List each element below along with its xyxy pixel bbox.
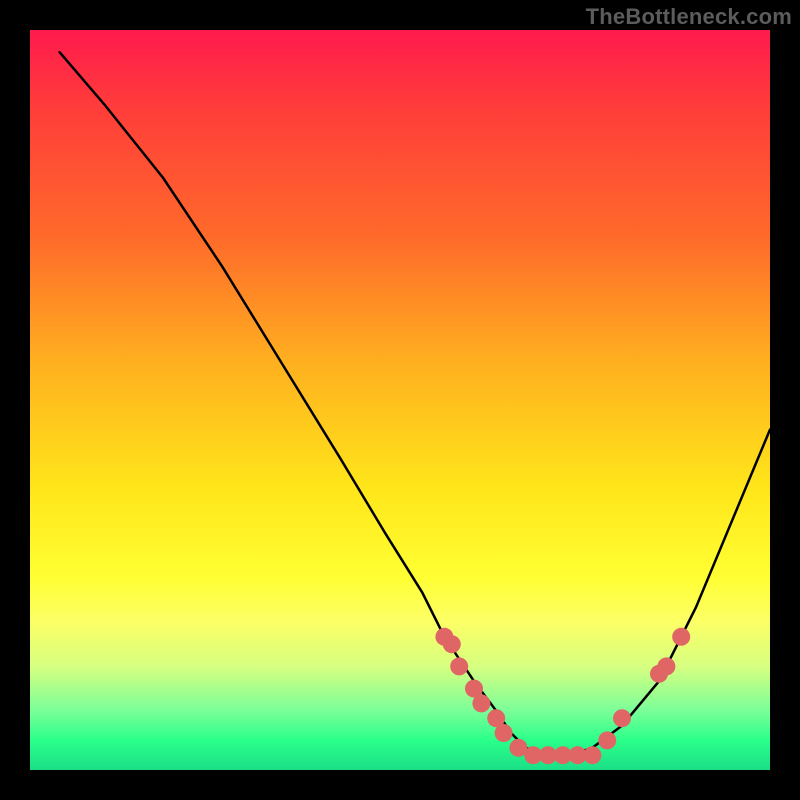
data-marker [583, 746, 601, 764]
chart-svg [30, 30, 770, 770]
data-marker [598, 731, 616, 749]
branding-label: TheBottleneck.com [586, 4, 792, 30]
data-marker [657, 657, 675, 675]
data-marker [495, 724, 513, 742]
chart-container [30, 30, 770, 770]
data-marker [672, 628, 690, 646]
marker-group [435, 628, 690, 764]
data-marker [450, 657, 468, 675]
data-marker [443, 635, 461, 653]
bottleneck-curve-line [60, 52, 770, 755]
data-marker [472, 694, 490, 712]
data-marker [613, 709, 631, 727]
